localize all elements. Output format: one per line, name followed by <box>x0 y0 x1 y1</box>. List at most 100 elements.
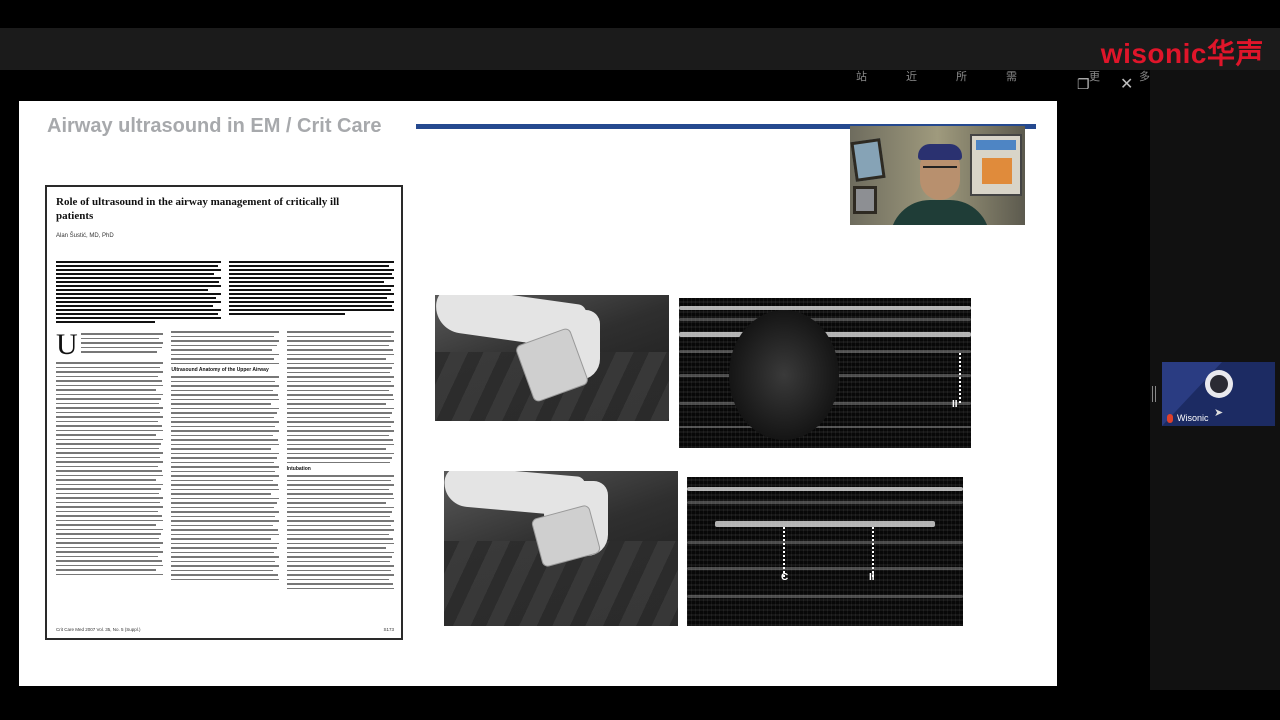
us-marker: II <box>952 399 958 410</box>
text-line <box>286 560 390 562</box>
text-line <box>171 430 279 432</box>
ultrasound-image-longitudinal: C II <box>687 477 963 626</box>
paper-footer: Crit Care Med 2007 Vol. 35, No. 5 (Suppl… <box>56 627 394 632</box>
text-line <box>56 438 164 440</box>
text-line <box>286 389 389 391</box>
probe-photo-longitudinal <box>444 471 678 626</box>
text-line <box>56 273 215 275</box>
close-icon[interactable]: ✕ <box>1120 74 1133 94</box>
us-marker: C <box>781 572 789 583</box>
text-line <box>56 407 164 409</box>
text-line <box>56 301 221 303</box>
wall-frame <box>853 186 877 214</box>
glasses <box>923 166 957 174</box>
text-line <box>56 384 164 386</box>
paper-body: U Ultrasound Anatomy of the Upper Airway… <box>56 330 394 589</box>
text-line <box>286 407 394 409</box>
text-line <box>229 293 394 295</box>
text-line <box>171 520 279 522</box>
probe-photo-transverse <box>435 295 669 421</box>
text-line <box>171 569 274 571</box>
text-line <box>171 448 272 450</box>
text-line <box>56 452 164 454</box>
top-bar <box>0 28 1280 70</box>
text-line <box>171 394 278 396</box>
text-line <box>286 335 391 337</box>
paper-page: Role of ultrasound in the airway managem… <box>45 185 403 640</box>
text-line <box>56 313 218 315</box>
text-line <box>171 529 278 531</box>
text-line <box>171 475 279 477</box>
text-line <box>56 362 164 364</box>
text-line <box>56 447 160 449</box>
text-line <box>171 439 278 441</box>
text-line <box>56 524 156 526</box>
text-line <box>286 398 394 400</box>
ultrasound-image-transverse: II <box>679 298 971 448</box>
text-line <box>286 331 394 333</box>
text-line <box>229 289 391 291</box>
text-line <box>56 551 164 553</box>
text-line <box>286 484 394 486</box>
surgical-cap <box>918 144 962 160</box>
text-line <box>171 380 276 382</box>
text-line <box>286 479 391 481</box>
text-line <box>171 466 279 468</box>
text-line <box>56 371 164 373</box>
text-line <box>56 429 164 431</box>
text-line <box>171 542 279 544</box>
brand-logo: wisonic华声 <box>1100 38 1264 69</box>
text-line <box>229 297 388 299</box>
text-line <box>56 402 160 404</box>
text-line <box>171 425 276 427</box>
text-line <box>171 484 278 486</box>
text-line <box>171 412 277 414</box>
text-line <box>171 524 274 526</box>
text-line <box>229 309 394 311</box>
text-line <box>80 346 162 348</box>
text-line <box>171 547 277 549</box>
text-line <box>80 337 160 339</box>
text-line <box>56 474 164 476</box>
text-line <box>171 565 279 567</box>
text-line <box>171 497 279 499</box>
text-line <box>286 520 394 522</box>
text-line <box>171 407 279 409</box>
text-line <box>56 281 220 283</box>
paper-abstract <box>56 261 394 323</box>
text-line <box>286 569 391 571</box>
text-line <box>171 376 279 378</box>
text-line <box>56 560 163 562</box>
text-line <box>171 470 276 472</box>
text-line <box>286 439 393 441</box>
text-line <box>171 578 279 580</box>
text-line <box>286 533 389 535</box>
text-line <box>56 528 164 530</box>
restore-icon[interactable]: ❐ <box>1077 76 1090 93</box>
text-line <box>56 265 218 267</box>
text-line <box>56 510 158 512</box>
panel-resize-handle[interactable] <box>1152 386 1156 402</box>
text-line <box>171 358 275 360</box>
text-line <box>56 483 164 485</box>
text-line <box>171 344 277 346</box>
text-line <box>56 411 161 413</box>
text-line <box>286 583 393 585</box>
text-line <box>56 506 164 508</box>
text-line <box>56 533 162 535</box>
text-line <box>80 342 164 344</box>
text-line <box>286 497 394 499</box>
paper-author: Alan Šustić, MD, PhD <box>56 233 114 239</box>
text-line <box>171 340 279 342</box>
paper-section-heading: Ultrasound Anatomy of the Upper Airway <box>171 367 269 373</box>
text-line <box>56 380 163 382</box>
paper-page-number: S173 <box>383 627 394 632</box>
paper-title: Role of ultrasound in the airway managem… <box>56 196 340 222</box>
us-marker: II <box>869 572 875 583</box>
participant-tile[interactable]: Wisonic ➤ <box>1162 362 1275 426</box>
text-line <box>56 309 221 311</box>
text-line <box>56 398 162 400</box>
text-line <box>56 492 160 494</box>
text-line <box>56 443 162 445</box>
text-line <box>56 269 221 271</box>
